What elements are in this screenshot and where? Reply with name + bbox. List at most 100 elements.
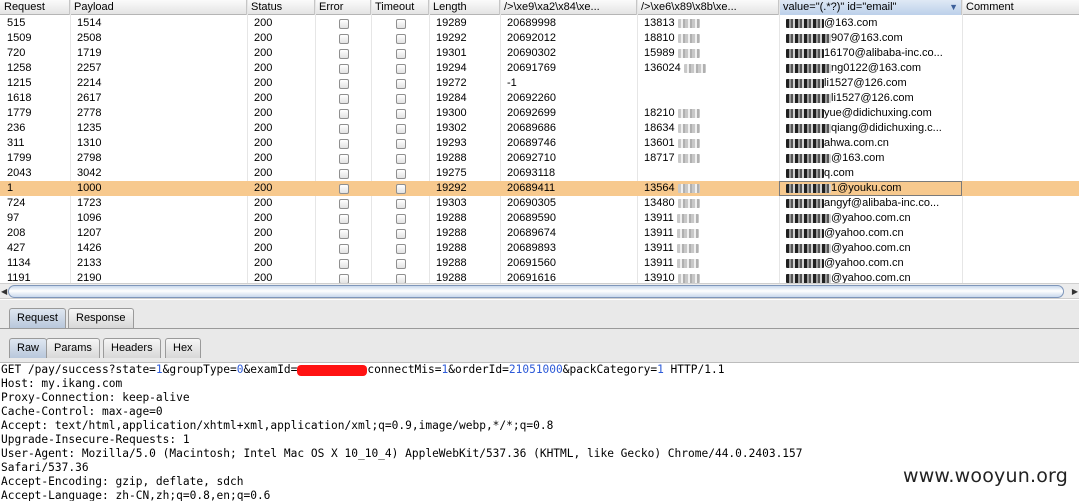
column-header-status[interactable]: Status [247,0,315,15]
timeout-checkbox[interactable] [396,94,406,104]
cell-payload: 2257 [70,61,247,76]
tab-raw[interactable]: Raw [9,338,48,358]
timeout-checkbox[interactable] [396,34,406,44]
column-header-length[interactable]: Length [429,0,500,15]
error-checkbox[interactable] [339,49,349,59]
cell-status-text: 200 [254,62,273,74]
column-header-email-extract[interactable]: value="(.*?)" id="email" ▼ [779,0,962,15]
cell-grep-2-text: 18810 [644,32,675,44]
tab-params[interactable]: Params [46,338,100,358]
column-header-comment[interactable]: Comment [962,0,1079,15]
timeout-checkbox[interactable] [396,79,406,89]
timeout-checkbox[interactable] [396,169,406,179]
error-checkbox[interactable] [339,19,349,29]
error-checkbox[interactable] [339,124,349,134]
timeout-checkbox[interactable] [396,64,406,74]
timeout-checkbox[interactable] [396,139,406,149]
table-row[interactable]: 515 1514 200 19289 20689998 13813 @163.com [0,16,1079,31]
error-checkbox[interactable] [339,64,349,74]
error-checkbox[interactable] [339,139,349,149]
scroll-left-icon[interactable]: ◀ [1,285,7,298]
timeout-checkbox[interactable] [396,259,406,269]
table-row[interactable]: 427 1426 200 19288 20689893 13911 @yahoo.com.c… [0,241,1079,256]
cell-grep-2: 15989 [637,46,779,61]
tab-hex[interactable]: Hex [165,338,201,358]
cell-request-text: 1258 [7,62,32,74]
cell-length: 19289 [429,16,500,31]
table-row[interactable]: 1618 2617 200 19284 20692260 li1527@126.com [0,91,1079,106]
table-row[interactable]: 1134 2133 200 19288 20691560 13911 @yahoo.com.… [0,256,1079,271]
tab-response[interactable]: Response [68,308,134,328]
table-row[interactable]: 1215 2214 200 19272 -1 li1527@126.com [0,76,1079,91]
error-checkbox[interactable] [339,109,349,119]
horizontal-scrollbar[interactable]: ◀ ▶ [0,283,1079,299]
cell-status-text: 200 [254,17,273,29]
scroll-right-icon[interactable]: ▶ [1072,285,1078,298]
cell-status-text: 200 [254,197,273,209]
cell-payload-text: 1514 [77,17,102,29]
cell-request: 515 [0,16,70,31]
error-checkbox[interactable] [339,229,349,239]
error-checkbox[interactable] [339,214,349,224]
column-header-grep-1[interactable]: />\xe9\xa2\x84\xe... [500,0,637,15]
pixelated-redaction [786,78,824,88]
cell-email: @163.com [779,151,962,166]
table-row[interactable]: 236 1235 200 19302 20689686 18634 qiang@didich… [0,121,1079,136]
cell-request: 1215 [0,76,70,91]
error-checkbox[interactable] [339,94,349,104]
column-header-timeout[interactable]: Timeout [371,0,429,15]
timeout-checkbox[interactable] [396,184,406,194]
cell-status: 200 [247,91,315,106]
cell-payload-text: 1096 [77,212,102,224]
table-row[interactable]: 311 1310 200 19293 20689746 13601 ahwa.com.cn [0,136,1079,151]
cell-payload: 2214 [70,76,247,91]
cell-payload-text: 3042 [77,167,102,179]
table-row[interactable]: 1509 2508 200 19292 20692012 18810 907@163.com [0,31,1079,46]
column-header-error[interactable]: Error [315,0,371,15]
pixelated-redaction [683,63,706,73]
error-checkbox[interactable] [339,184,349,194]
error-checkbox[interactable] [339,79,349,89]
timeout-checkbox[interactable] [396,229,406,239]
error-checkbox[interactable] [339,154,349,164]
column-header-payload[interactable]: Payload [70,0,247,15]
timeout-checkbox[interactable] [396,199,406,209]
timeout-checkbox[interactable] [396,49,406,59]
error-checkbox[interactable] [339,34,349,44]
pixelated-redaction [786,18,824,28]
header-line: Upgrade-Insecure-Requests: 1 [1,433,190,446]
cell-email: @163.com [779,16,962,31]
timeout-checkbox[interactable] [396,214,406,224]
timeout-checkbox[interactable] [396,109,406,119]
error-checkbox[interactable] [339,244,349,254]
column-header-grep-2[interactable]: />\xe6\x89\x8b\xe... [637,0,779,15]
error-checkbox[interactable] [339,169,349,179]
timeout-checkbox[interactable] [396,124,406,134]
tab-headers[interactable]: Headers [103,338,161,358]
table-row[interactable]: 720 1719 200 19301 20690302 15989 16170@alibab… [0,46,1079,61]
scrollbar-thumb[interactable] [8,285,1064,298]
column-header-request[interactable]: Request [0,0,70,15]
timeout-checkbox[interactable] [396,19,406,29]
cell-grep-2 [637,166,779,181]
table-row[interactable]: 1 1000 200 19292 20689411 13564 1@youku.com [0,181,1079,196]
cell-length-text: 19292 [436,182,467,194]
error-checkbox[interactable] [339,259,349,269]
pixelated-redaction [677,273,700,283]
tab-request[interactable]: Request [9,308,66,328]
table-row[interactable]: 208 1207 200 19288 20689674 13911 @yahoo.com.c… [0,226,1079,241]
cell-payload: 1514 [70,16,247,31]
table-row[interactable]: 2043 3042 200 19275 20693118 q.com [0,166,1079,181]
timeout-checkbox[interactable] [396,154,406,164]
table-row[interactable]: 97 1096 200 19288 20689590 13911 @yahoo.com.cn [0,211,1079,226]
table-row[interactable]: 1779 2778 200 19300 20692699 18210 yue@didichu… [0,106,1079,121]
cell-status: 200 [247,31,315,46]
timeout-checkbox[interactable] [396,244,406,254]
table-row[interactable]: 724 1723 200 19303 20690305 13480 angyf@alibab… [0,196,1079,211]
pixelated-redaction [786,93,831,103]
table-row[interactable]: 1258 2257 200 19294 20691769 136024 ng0122@163… [0,61,1079,76]
cell-email: 907@163.com [779,31,962,46]
error-checkbox[interactable] [339,199,349,209]
cell-length-text: 19292 [436,32,467,44]
table-row[interactable]: 1799 2798 200 19288 20692710 18717 @163.com [0,151,1079,166]
